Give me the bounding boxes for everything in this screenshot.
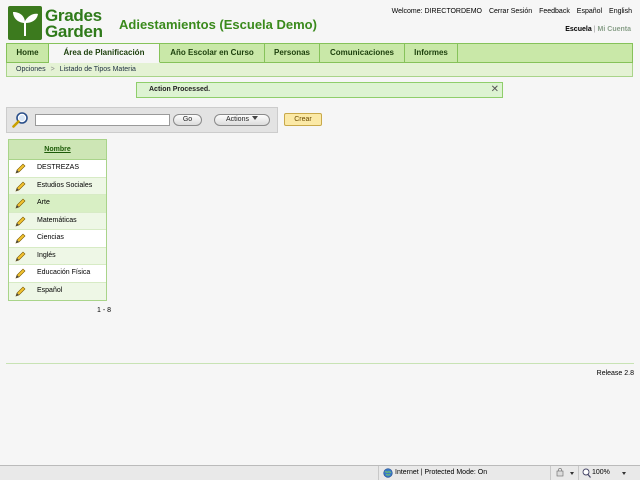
feedback-link[interactable]: Feedback: [539, 8, 570, 15]
tab-reports[interactable]: Informes: [405, 44, 458, 62]
table-row: DESTREZAS: [9, 160, 106, 178]
table-row: Estudios Sociales: [9, 177, 106, 195]
search-icon: [12, 112, 28, 128]
status-divider: [378, 466, 379, 480]
edit-pencil-icon[interactable]: [15, 233, 26, 244]
chevron-down-icon[interactable]: [570, 472, 574, 475]
edit-pencil-icon[interactable]: [15, 286, 26, 297]
breadcrumb: Opciones > Listado de Tipos Materia: [6, 63, 633, 77]
row-name: Matemáticas: [37, 216, 77, 224]
search-bar: Go Actions: [6, 107, 278, 133]
main-nav: Home Área de Planificación Año Escolar e…: [6, 43, 633, 63]
row-name: DESTREZAS: [37, 164, 80, 171]
release-version: Release 2.8: [596, 370, 634, 377]
scope-school-link[interactable]: Escuela: [565, 26, 591, 33]
table-row: Ciencias: [9, 230, 106, 248]
row-name: Inglés: [37, 251, 56, 259]
breadcrumb-separator: >: [50, 66, 55, 73]
english-link[interactable]: English: [609, 8, 632, 15]
tab-current-school-year[interactable]: Año Escolar en Curso: [160, 44, 265, 62]
chevron-down-icon[interactable]: [622, 472, 626, 475]
edit-pencil-icon[interactable]: [15, 181, 26, 192]
tab-planning-area[interactable]: Área de Planificación: [49, 44, 160, 63]
welcome-text: Welcome: DIRECTORDEMO: [391, 8, 482, 15]
breadcrumb-options-link[interactable]: Opciones: [16, 66, 46, 73]
row-name: Ciencias: [37, 234, 64, 241]
table-row: Educación Física: [9, 265, 106, 283]
chevron-down-icon: [251, 116, 258, 120]
pagination-text: 1 - 8: [97, 307, 112, 314]
actions-menu-button[interactable]: Actions: [214, 114, 270, 126]
search-input[interactable]: [35, 114, 170, 126]
subject-types-table: Nombre DESTREZAS Estudios Sociales Arte …: [8, 139, 107, 301]
app-logo: Grades Garden: [8, 6, 110, 40]
logout-link[interactable]: Cerrar Sesión: [489, 8, 532, 15]
table-row: Matemáticas: [9, 212, 106, 230]
status-message-text: Action Processed.: [149, 86, 211, 93]
status-message: Action Processed. ✕: [136, 82, 503, 98]
tab-home[interactable]: Home: [7, 44, 49, 62]
status-divider: [550, 466, 551, 480]
edit-pencil-icon[interactable]: [15, 163, 26, 174]
security-zone-text: Internet | Protected Mode: On: [395, 469, 488, 476]
brand-line-2: Garden: [45, 22, 103, 41]
edit-pencil-icon[interactable]: [15, 198, 26, 209]
row-name: Español: [37, 286, 63, 294]
protected-mode-icon[interactable]: [556, 468, 568, 478]
browser-status-bar: Internet | Protected Mode: On 100%: [0, 465, 640, 480]
breadcrumb-current: Listado de Tipos Materia: [59, 66, 136, 73]
table-row: Arte: [9, 195, 106, 213]
scope-my-account-link[interactable]: Mi Cuenta: [598, 26, 631, 33]
row-name: Estudios Sociales: [37, 181, 93, 189]
edit-pencil-icon[interactable]: [15, 268, 26, 279]
tab-communications[interactable]: Comunicaciones: [320, 44, 405, 62]
footer-divider: [6, 363, 634, 364]
sprout-icon: [8, 6, 42, 40]
top-links: Welcome: DIRECTORDEMO Cerrar Sesión Feed…: [387, 8, 632, 15]
scope-separator: |: [593, 26, 596, 33]
actions-label: Actions: [226, 116, 249, 123]
close-icon[interactable]: ✕: [491, 83, 499, 97]
globe-icon: [383, 468, 393, 478]
scope-switch: Escuela | Mi Cuenta: [565, 26, 631, 33]
row-name: Educación Física: [37, 269, 91, 276]
tab-people[interactable]: Personas: [265, 44, 320, 62]
row-name: Arte: [37, 199, 50, 206]
column-header-name[interactable]: Nombre: [9, 140, 106, 160]
spanish-link[interactable]: Español: [577, 8, 602, 15]
edit-pencil-icon[interactable]: [15, 216, 26, 227]
create-button[interactable]: Crear: [284, 113, 322, 126]
edit-pencil-icon[interactable]: [15, 251, 26, 262]
zoom-icon[interactable]: [582, 468, 591, 478]
status-divider: [578, 466, 579, 480]
table-row: Español: [9, 282, 106, 300]
go-button[interactable]: Go: [173, 114, 202, 126]
page-title: Adiestamientos (Escuela Demo): [119, 17, 317, 32]
zoom-level[interactable]: 100%: [592, 469, 610, 476]
table-row: Inglés: [9, 247, 106, 265]
